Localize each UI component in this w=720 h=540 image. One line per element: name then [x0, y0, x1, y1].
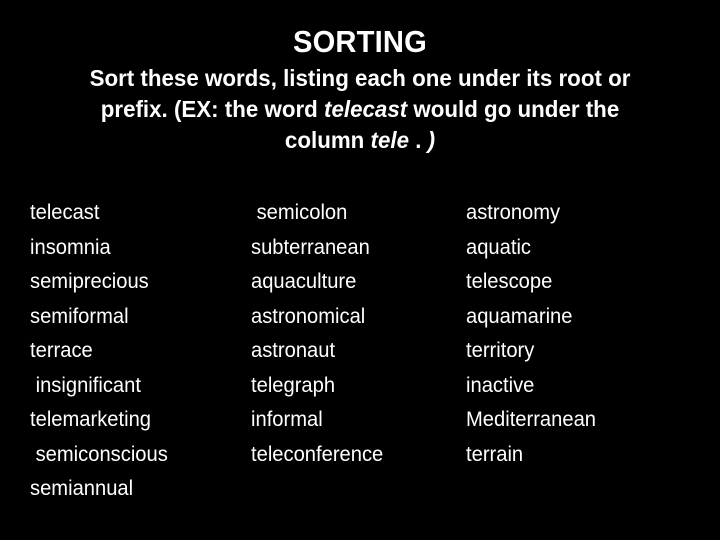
word-item: semiprecious: [30, 270, 149, 293]
instruction-line-3-segment-4: ): [427, 127, 436, 153]
word-item: telecast: [30, 201, 100, 224]
word-item: aquatic: [466, 235, 532, 259]
instruction-line-3-segment-2: tele: [370, 127, 409, 153]
instruction-line-1-segment-1: Sort these words, listing each one under…: [89, 65, 631, 91]
word-item: informal: [251, 408, 323, 431]
instruction-line-3: column tele . ): [35, 125, 685, 156]
word-item: aquaculture: [251, 270, 357, 293]
word-item: astronomy: [466, 201, 561, 224]
word-item: insignificant: [30, 373, 141, 397]
word-list-grid: telecast insomnia semiprecious semiformal te…: [0, 196, 720, 516]
word-item: semicolon: [251, 201, 348, 224]
word-column-1: telecast insomnia semiprecious semiformal te…: [30, 196, 245, 507]
word-item: semiformal: [30, 304, 129, 328]
word-item: astronaut: [251, 339, 336, 362]
instruction-line-1: Sort these words, listing each one under…: [35, 63, 685, 94]
word-item: terrain: [466, 442, 524, 466]
instruction-line-2-segment-3: would go under the: [407, 96, 620, 122]
title-block: SORTING: [0, 24, 720, 60]
word-item: telegraph: [251, 373, 336, 397]
instruction-line-3-segment-1: column: [284, 127, 371, 153]
word-item: semiannual: [30, 477, 134, 500]
page-title: SORTING: [292, 24, 428, 59]
word-item: inactive: [466, 373, 535, 397]
word-item: semiconscious: [30, 442, 168, 466]
word-item: telescope: [466, 270, 553, 293]
word-item: telemarketing: [30, 408, 152, 431]
word-item: territory: [466, 339, 535, 362]
instructions-block: Sort these words, listing each one under…: [18, 63, 702, 156]
word-column-2: semicolon subterranean aquaculture astronom…: [251, 196, 461, 472]
slide-canvas: SORTING Sort these words, listing each o…: [0, 0, 720, 540]
word-column-3: astronomy aquatic telescope aquamarine terri…: [466, 196, 706, 472]
word-item: aquamarine: [466, 304, 573, 328]
word-item: Mediterranean: [466, 408, 597, 431]
instruction-line-2-segment-1: prefix. (EX: the word: [100, 96, 325, 122]
instruction-line-3-segment-3: .: [408, 127, 428, 153]
word-item: insomnia: [30, 235, 111, 259]
word-item: terrace: [30, 339, 93, 362]
word-item: astronomical: [251, 304, 366, 328]
word-item: teleconference: [251, 442, 384, 466]
instruction-line-2-segment-2: telecast: [324, 96, 408, 122]
word-item: subterranean: [251, 235, 370, 259]
instruction-line-2: prefix. (EX: the word telecast would go …: [35, 94, 685, 125]
